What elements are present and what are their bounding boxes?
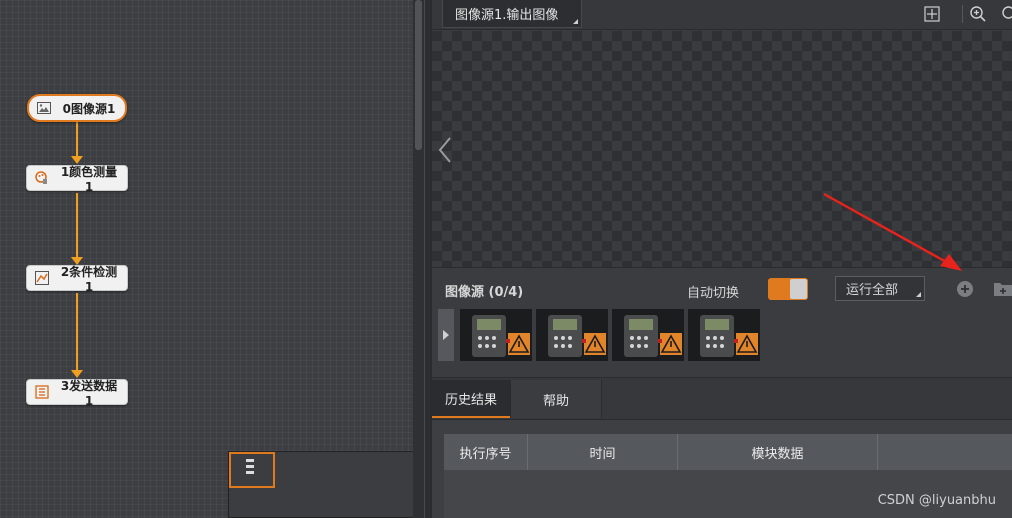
canvas-scrollbar[interactable] (413, 0, 424, 518)
minimap-node (246, 459, 254, 462)
image-select-dropdown[interactable]: 图像源1.输出图像 (442, 0, 582, 28)
tab-history-results[interactable]: 历史结果 (432, 380, 510, 418)
result-panel: 历史结果 帮助 执行序号 时间 模块数据 CSDN @liyuanbhu (432, 377, 1012, 518)
auto-switch-label: 自动切换 (687, 286, 740, 301)
thumbnail-photo (536, 309, 608, 361)
flow-node-color-measure[interactable]: 1颜色测量1 (26, 164, 128, 194)
toggle-knob (790, 279, 807, 299)
flow-node-condition-detect[interactable]: 2条件检测1 (26, 264, 128, 294)
thumbnail-photo (612, 309, 684, 361)
zoom-out-icon[interactable] (1000, 4, 1012, 24)
column-header-module-data[interactable]: 模块数据 (678, 434, 878, 470)
zoom-in-icon[interactable] (968, 4, 988, 24)
column-header-time[interactable]: 时间 (528, 434, 678, 470)
add-folder-icon[interactable] (993, 280, 1012, 298)
toolbar-separator (962, 5, 963, 23)
add-image-icon[interactable] (956, 280, 974, 298)
flow-connector (76, 122, 78, 158)
thumbnail-photo (688, 309, 760, 361)
send-data-icon (35, 385, 49, 399)
fit-window-icon[interactable] (922, 4, 942, 24)
image-source-bar: 图像源 (0/4) 自动切换 运行全部 (432, 267, 1012, 309)
run-all-dropdown[interactable]: 运行全部 (835, 276, 925, 301)
strip-expand-icon[interactable] (438, 309, 454, 361)
thumbnail-strip (432, 309, 1012, 377)
watermark: CSDN @liyuanbhu (877, 493, 996, 508)
thumbnail-1[interactable] (460, 309, 532, 361)
minimap-viewport[interactable] (229, 452, 275, 488)
flow-node-send-data[interactable]: 3发送数据1 (26, 378, 128, 408)
flow-connector (76, 293, 78, 371)
column-header-exec-index[interactable]: 执行序号 (444, 434, 528, 470)
flow-node-label: 3发送数据1 (60, 378, 118, 408)
image-display-area[interactable] (432, 31, 1012, 267)
auto-switch-toggle[interactable] (768, 278, 808, 300)
minimap-node (246, 471, 254, 474)
flow-connector (76, 193, 78, 258)
table-header: 执行序号 时间 模块数据 (444, 434, 1012, 470)
image-icon (37, 101, 51, 115)
minimap[interactable] (228, 451, 413, 518)
image-source-title: 图像源 (0/4) (445, 285, 524, 300)
thumbnail-photo (460, 309, 532, 361)
thumbnail-4[interactable] (688, 309, 760, 361)
image-select-label: 图像源1.输出图像 (455, 8, 559, 23)
dropdown-corner-icon (916, 292, 921, 297)
flow-node-image-source[interactable]: 0图像源1 (27, 94, 127, 122)
color-measure-icon (35, 171, 49, 185)
flow-node-label: 0图像源1 (62, 101, 116, 116)
thumbnail-2[interactable] (536, 309, 608, 361)
thumbnail-3[interactable] (612, 309, 684, 361)
previous-image-icon[interactable] (436, 135, 454, 165)
image-panel: 图像源1.输出图像 图像源 (0/4) 自动切换 运行全部 历史结果 帮助 执行… (432, 0, 1012, 518)
tab-label: 历史结果 (444, 392, 497, 408)
dropdown-corner-icon (573, 19, 578, 24)
tab-help[interactable]: 帮助 (510, 380, 602, 418)
tab-label: 帮助 (542, 393, 569, 409)
run-all-label: 运行全部 (846, 283, 899, 298)
app-window: 0图像源1 1颜色测量1 2条件检测1 3发送数据1 图像源1.输出图像 图像源… (0, 0, 1012, 518)
column-header-extra[interactable] (878, 434, 1012, 470)
flow-canvas[interactable]: 0图像源1 1颜色测量1 2条件检测1 3发送数据1 (0, 0, 413, 518)
flow-node-label: 1颜色测量1 (60, 164, 118, 194)
image-tab-bar: 图像源1.输出图像 (432, 0, 1012, 30)
condition-detect-icon (35, 271, 49, 285)
scrollbar-thumb[interactable] (415, 0, 422, 150)
minimap-node (246, 465, 254, 468)
panel-splitter[interactable] (424, 0, 432, 518)
flow-node-label: 2条件检测1 (60, 264, 118, 294)
